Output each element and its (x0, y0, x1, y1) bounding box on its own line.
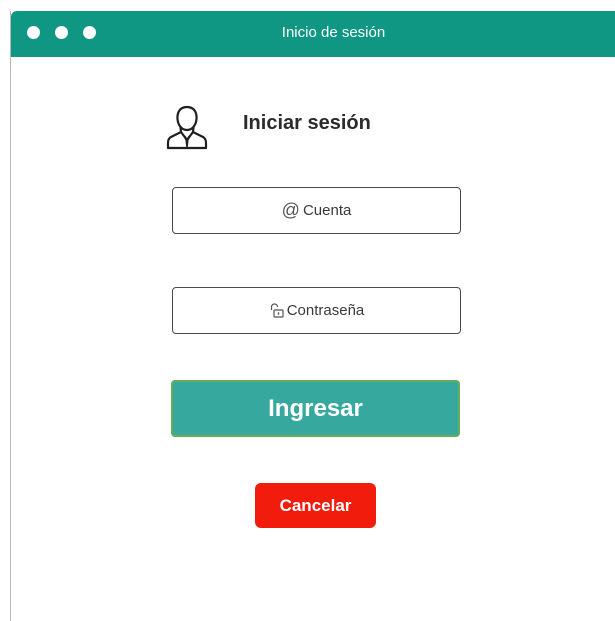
password-field[interactable]: Contraseña (172, 287, 461, 334)
account-field[interactable]: @ Cuenta (172, 187, 461, 234)
window-title: Inicio de sesión (281, 24, 386, 41)
user-icon (166, 105, 208, 150)
cancelar-button[interactable]: Cancelar (255, 483, 376, 528)
at-icon: @ (281, 200, 300, 220)
login-heading: Iniciar sesión (243, 112, 371, 134)
account-placeholder: Cuenta (302, 202, 352, 219)
unlock-icon (269, 303, 284, 318)
window-titlebar: Inicio de sesión (11, 11, 615, 57)
password-placeholder: Contraseña (286, 302, 365, 319)
ingresar-button[interactable]: Ingresar (171, 380, 460, 437)
